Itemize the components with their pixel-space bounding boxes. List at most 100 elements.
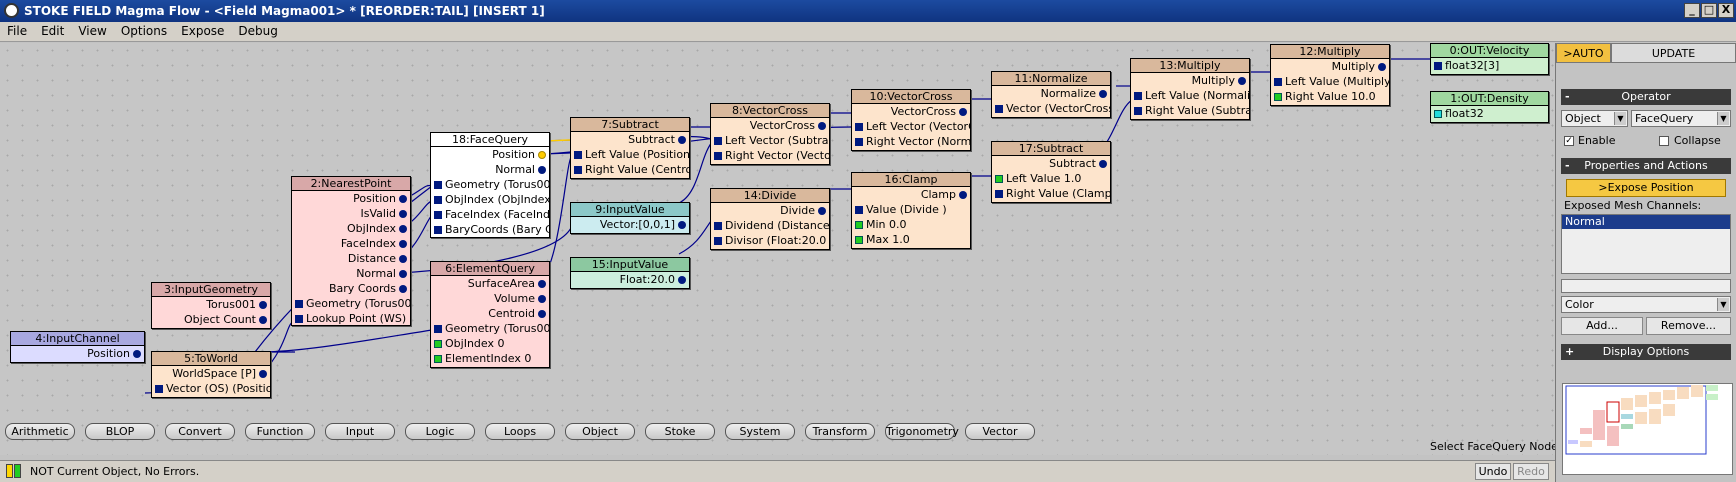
input-pin-icon[interactable] [434, 340, 442, 348]
output-pin-icon[interactable] [818, 207, 826, 215]
category-transform[interactable]: Transform [805, 423, 875, 440]
output-pin-icon[interactable] [399, 195, 407, 203]
input-pin-icon[interactable] [434, 181, 442, 189]
input-pin-icon[interactable] [855, 138, 863, 146]
input-pin-icon[interactable] [434, 325, 442, 333]
input-pin-icon[interactable] [1434, 110, 1442, 118]
node-elementquery[interactable]: 6:ElementQuery SurfaceArea Volume Centro… [430, 261, 550, 368]
output-subtract[interactable]: Subtract [992, 156, 1110, 171]
output-float[interactable]: Float:20.0 [571, 272, 689, 287]
node-nearestpoint[interactable]: 2:NearestPoint Position IsValid ObjIndex… [291, 176, 411, 326]
minimize-button[interactable]: _ [1684, 3, 1700, 18]
input-pin-icon[interactable] [995, 105, 1003, 113]
input-pin-icon[interactable] [434, 196, 442, 204]
output-pin-icon[interactable] [818, 122, 826, 130]
output-object-count[interactable]: Object Count [152, 312, 270, 327]
node-out-density[interactable]: 1:OUT:Density float32 [1430, 91, 1549, 123]
output-normalize[interactable]: Normalize [992, 86, 1110, 101]
input-pin-icon[interactable] [855, 236, 863, 244]
input-right-value[interactable]: Right Value (Clamp ) [992, 186, 1110, 201]
input-dividend[interactable]: Dividend (Distance ) [711, 218, 829, 233]
category-blop[interactable]: BLOP [85, 423, 155, 440]
category-vector[interactable]: Vector [965, 423, 1035, 440]
input-left-value[interactable]: Left Value (Multiply ) [1271, 74, 1389, 89]
category-trigonometry[interactable]: Trigonometry [885, 423, 959, 440]
input-pin-icon[interactable] [855, 206, 863, 214]
list-item[interactable]: Normal [1562, 215, 1730, 229]
add-button[interactable]: Add... [1561, 317, 1643, 335]
output-pin-icon[interactable] [538, 295, 546, 303]
channel-name-input[interactable] [1561, 279, 1731, 293]
node-toworld[interactable]: 5:ToWorld WorldSpace [P] Vector (OS) (Po… [151, 351, 271, 398]
input-left-value[interactable]: Left Value (Normalize [1131, 88, 1249, 103]
node-out-velocity[interactable]: 0:OUT:Velocity float32[3] [1430, 43, 1549, 75]
input-objindex[interactable]: ObjIndex 0 [431, 336, 549, 351]
input-pin-icon[interactable] [434, 355, 442, 363]
input-right-value[interactable]: Right Value (Centroid [571, 162, 689, 177]
output-clamp[interactable]: Clamp [852, 187, 970, 202]
node-clamp-16[interactable]: 16:Clamp Clamp Value (Divide ) Min 0.0 M… [851, 172, 971, 249]
input-pin-icon[interactable] [1274, 78, 1282, 86]
output-centroid[interactable]: Centroid [431, 306, 549, 321]
input-left-vector[interactable]: Left Vector (Subtract [711, 133, 829, 148]
menu-file[interactable]: File [0, 22, 34, 41]
operator-section-header[interactable]: - Operator [1561, 89, 1731, 105]
category-object[interactable]: Object [565, 423, 635, 440]
redo-button[interactable]: Redo [1513, 463, 1549, 480]
input-geometry[interactable]: Geometry (Torus001 [431, 177, 549, 192]
input-pin-icon[interactable] [295, 315, 303, 323]
node-normalize-11[interactable]: 11:Normalize Normalize Vector (VectorCro… [991, 71, 1111, 118]
input-pin-icon[interactable] [1434, 62, 1442, 70]
input-pin-icon[interactable] [855, 221, 863, 229]
output-pin-icon[interactable] [678, 276, 686, 284]
menu-expose[interactable]: Expose [174, 22, 231, 41]
input-left-vector[interactable]: Left Vector (VectorC [852, 119, 970, 134]
input-pin-icon[interactable] [434, 211, 442, 219]
node-multiply-12[interactable]: 12:Multiply Multiply Left Value (Multipl… [1270, 44, 1390, 106]
input-left-value[interactable]: Left Value (Position [571, 147, 689, 162]
node-inputgeometry[interactable]: 3:InputGeometry Torus001 Object Count [151, 282, 271, 329]
channels-list[interactable]: Normal [1561, 214, 1731, 274]
category-stoke[interactable]: Stoke [645, 423, 715, 440]
output-pin-icon[interactable] [259, 301, 267, 309]
color-select[interactable]: Color ▼ [1561, 296, 1731, 313]
display-options-header[interactable]: + Display Options [1561, 344, 1731, 360]
output-pin-icon[interactable] [959, 191, 967, 199]
node-vectorcross-10[interactable]: 10:VectorCross VectorCross Left Vector (… [851, 89, 971, 151]
input-elementindex[interactable]: ElementIndex 0 [431, 351, 549, 366]
output-pin-icon[interactable] [1238, 77, 1246, 85]
input-right-value[interactable]: Right Value 10.0 [1271, 89, 1389, 104]
query-select[interactable]: FaceQuery ▼ [1631, 110, 1731, 127]
node-subtract-7[interactable]: 7:Subtract Subtract Left Value (Position… [570, 117, 690, 179]
input-pin-icon[interactable] [714, 222, 722, 230]
output-position[interactable]: Position [11, 346, 144, 361]
category-input[interactable]: Input [325, 423, 395, 440]
close-button[interactable]: X [1718, 3, 1734, 18]
output-pin-icon[interactable] [538, 151, 546, 159]
output-pin-icon[interactable] [678, 136, 686, 144]
input-lookup-point[interactable]: Lookup Point (WS) (V [292, 311, 410, 326]
input-pin-icon[interactable] [1134, 107, 1142, 115]
category-convert[interactable]: Convert [165, 423, 235, 440]
node-graph-canvas[interactable]: 4:InputChannel Position 3:InputGeometry … [0, 43, 1555, 455]
output-pin-icon[interactable] [1378, 63, 1386, 71]
output-faceindex[interactable]: FaceIndex [292, 236, 410, 251]
input-geometry[interactable]: Geometry (Torus001 [292, 296, 410, 311]
input-pin-icon[interactable] [995, 175, 1003, 183]
output-pin-icon[interactable] [399, 240, 407, 248]
input-objindex[interactable]: ObjIndex (ObjIndex ) [431, 192, 549, 207]
category-loops[interactable]: Loops [485, 423, 555, 440]
output-position[interactable]: Position [431, 147, 549, 162]
menu-edit[interactable]: Edit [34, 22, 71, 41]
input-pin-icon[interactable] [1274, 93, 1282, 101]
node-divide-14[interactable]: 14:Divide Divide Dividend (Distance ) Di… [710, 188, 830, 250]
input-faceindex[interactable]: FaceIndex (FaceInde [431, 207, 549, 222]
graph-minimap[interactable] [1562, 383, 1733, 475]
input-pin-icon[interactable] [574, 166, 582, 174]
output-pin-icon[interactable] [538, 310, 546, 318]
enable-checkbox[interactable]: ✓ [1564, 136, 1574, 146]
tab-update[interactable]: UPDATE [1611, 43, 1736, 63]
output-subtract[interactable]: Subtract [571, 132, 689, 147]
output-pin-icon[interactable] [399, 270, 407, 278]
output-volume[interactable]: Volume [431, 291, 549, 306]
